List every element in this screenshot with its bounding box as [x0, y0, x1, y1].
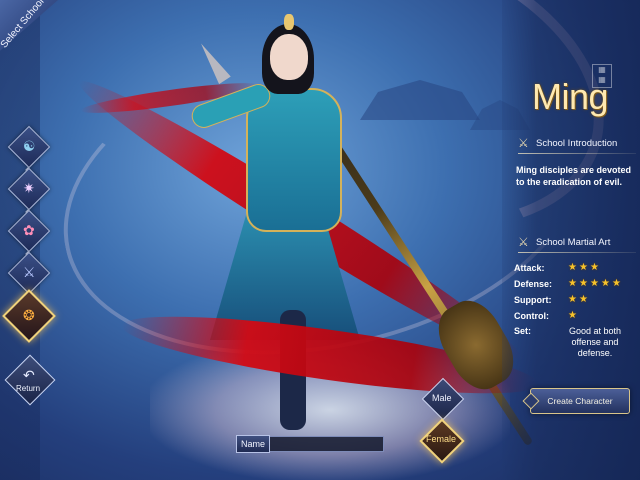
star-icon: ★: [612, 278, 621, 289]
school-martial-art-title: School Martial Art: [536, 236, 611, 248]
star-icon: ★: [568, 262, 577, 273]
sword-icon: ⚔: [518, 235, 529, 249]
star-icon: ★: [568, 294, 577, 305]
select-school-tab: Select School: [0, 0, 58, 60]
star-icon: ★: [579, 278, 588, 289]
stat-label: Control:: [514, 310, 549, 321]
star-icon: ★: [601, 278, 610, 289]
name-field: Name: [236, 434, 386, 454]
set-label: Set:: [514, 326, 532, 336]
character-face: [270, 34, 308, 80]
school-martial-art-header: ⚔ School Martial Art: [518, 233, 610, 251]
stat-row: Attack: ★ ★ ★: [514, 262, 601, 273]
stat-label: Support:: [514, 294, 552, 305]
name-input[interactable]: [270, 436, 384, 452]
stat-row: Support: ★ ★: [514, 294, 590, 305]
star-icon: ★: [579, 294, 588, 305]
male-label[interactable]: Male: [432, 393, 452, 403]
stat-row: Defense: ★ ★ ★ ★ ★: [514, 278, 623, 289]
school-introduction-title: School Introduction: [536, 137, 618, 149]
section-divider: [518, 153, 636, 154]
stat-row: Control: ★: [514, 310, 579, 321]
stat-label: Attack:: [514, 262, 545, 273]
create-character-button[interactable]: Create Character: [522, 388, 630, 414]
name-label: Name: [236, 435, 270, 453]
create-character-label: Create Character: [547, 396, 613, 406]
set-value: Good at both offense and defense.: [568, 326, 622, 358]
return-label: Return: [16, 384, 41, 393]
star-icon: ★: [590, 262, 599, 273]
sword-icon: ⚔: [518, 136, 529, 150]
stat-stars: ★ ★ ★ ★ ★: [568, 278, 623, 289]
spear-tip: [195, 40, 231, 85]
star-icon: ★: [590, 278, 599, 289]
star-icon: ★: [568, 310, 577, 321]
blade-icon: ⚔: [22, 265, 36, 281]
star-icon: ★: [579, 262, 588, 273]
return-button[interactable]: ↶ Return: [4, 354, 56, 406]
yin-yang-icon: ☯: [22, 139, 36, 155]
stat-label: Defense:: [514, 278, 553, 289]
stat-stars: ★ ★: [568, 294, 590, 305]
section-divider: [518, 252, 636, 253]
school-name: Ming: [532, 76, 609, 117]
star-icon: ★: [568, 278, 577, 289]
school-introduction-text: Ming disciples are devoted to the eradic…: [516, 165, 632, 187]
stat-row-set: Set: Good at both offense and defense.: [514, 326, 628, 359]
return-arrow-icon: ↶: [23, 368, 35, 384]
lotus-icon: ✿: [23, 222, 35, 239]
flame-icon: ❂: [23, 307, 35, 324]
stat-stars: ★: [568, 310, 579, 321]
stat-stars: ★ ★ ★: [568, 262, 601, 273]
character-hairpin: [284, 14, 294, 30]
character-torso: [246, 88, 342, 232]
female-label[interactable]: Female: [426, 434, 456, 444]
school-introduction-header: ⚔ School Introduction: [518, 134, 617, 152]
spider-icon: ✷: [23, 180, 35, 197]
